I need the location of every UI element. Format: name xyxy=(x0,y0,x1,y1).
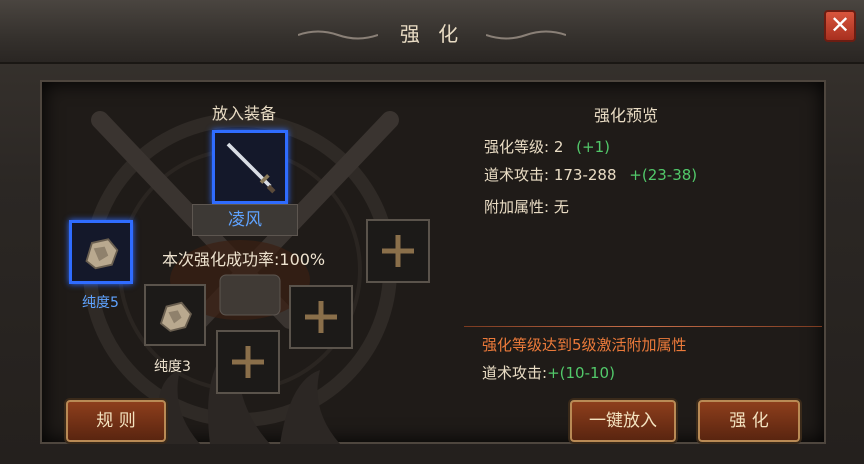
equipment-slot[interactable] xyxy=(212,130,288,204)
bonus-label: 道术攻击: xyxy=(482,364,548,382)
auto-add-button[interactable]: 一键放入 xyxy=(570,400,676,442)
equipment-name: 凌风 xyxy=(192,204,298,236)
attack-delta: +(23-38) xyxy=(629,166,698,184)
material-2-purity: 纯度3 xyxy=(154,359,191,375)
level-delta: (+1) xyxy=(576,138,610,156)
divider xyxy=(464,326,822,327)
attack-stat: 道术攻击: 173-288 +(23-38) xyxy=(484,164,697,185)
title-ornament-right xyxy=(486,30,566,40)
plus-icon xyxy=(382,235,414,267)
enhance-button[interactable]: 强 化 xyxy=(698,400,800,442)
preview-title: 强化预览 xyxy=(594,106,659,125)
extra-attribute-stat: 附加属性: 无 xyxy=(484,198,569,216)
ore-icon xyxy=(159,301,192,332)
plus-icon xyxy=(305,301,337,333)
empty-slot-1[interactable] xyxy=(366,219,430,283)
sword-icon xyxy=(226,142,276,194)
window-title: 强 化 xyxy=(399,22,465,46)
rules-button[interactable]: 规 则 xyxy=(66,400,166,442)
plus-icon xyxy=(232,346,264,378)
material-slot-1[interactable] xyxy=(69,220,133,284)
attack-label: 道术攻击: 173-288 xyxy=(484,166,617,184)
bonus-value: +(10-10) xyxy=(547,364,615,382)
level-label: 强化等级: 2 xyxy=(484,138,564,156)
material-slot-2[interactable] xyxy=(144,284,206,346)
empty-slot-3[interactable] xyxy=(216,330,280,394)
material-1-purity: 纯度5 xyxy=(82,295,119,311)
bonus-stat: 道术攻击:+(10-10) xyxy=(482,362,615,383)
close-button[interactable]: ✕ xyxy=(824,10,856,42)
level-stat: 强化等级: 2 (+1) xyxy=(484,136,610,157)
success-rate: 本次强化成功率:100% xyxy=(162,250,326,269)
unlock-hint: 强化等级达到5级激活附加属性 xyxy=(482,336,687,354)
enhance-window: 强 化 ✕ 放入装备 凌风 本次强化成功率:100% 纯度5 纯度3 强化预览 … xyxy=(0,0,864,464)
ore-icon xyxy=(85,238,119,270)
empty-slot-2[interactable] xyxy=(289,285,353,349)
title-bar: 强 化 ✕ xyxy=(0,0,864,64)
equip-section-title: 放入装备 xyxy=(212,104,277,123)
